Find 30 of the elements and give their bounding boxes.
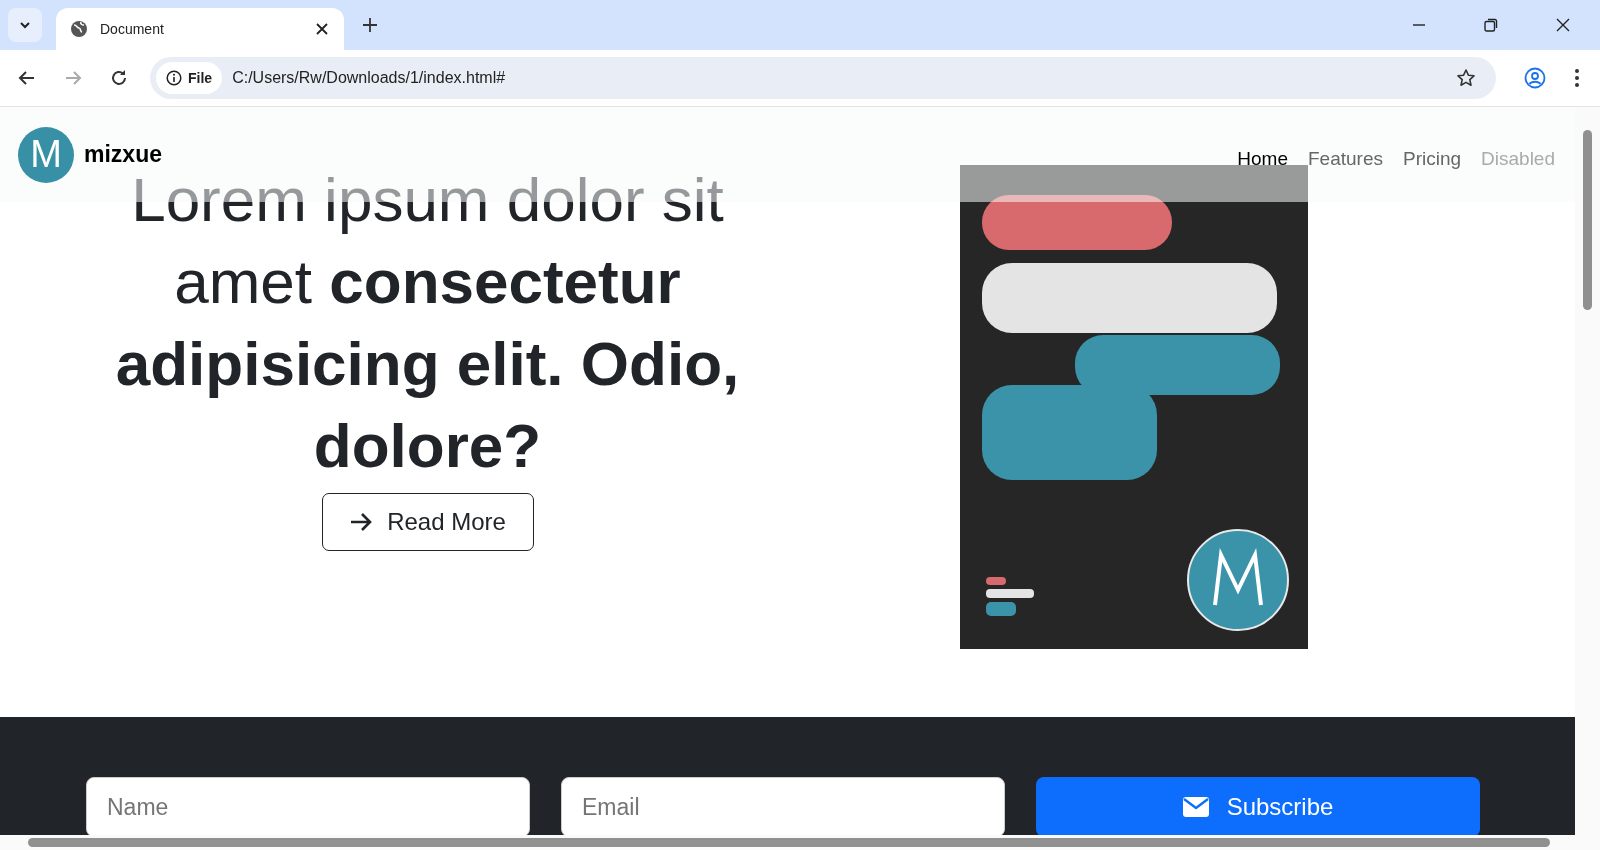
horizontal-scrollbar[interactable] <box>0 835 1600 850</box>
subscribe-button[interactable]: Subscribe <box>1036 777 1480 837</box>
tab-list-button[interactable] <box>8 8 42 42</box>
arrow-right-icon <box>349 512 374 532</box>
profile-icon[interactable] <box>1524 67 1546 89</box>
tab-title: Document <box>100 21 165 37</box>
name-field[interactable]: Name <box>86 777 530 837</box>
nav-link[interactable]: Home <box>1237 147 1288 170</box>
chip-label: File <box>188 70 213 86</box>
nav-link[interactable]: Pricing <box>1403 147 1462 170</box>
star-icon[interactable] <box>1456 68 1476 88</box>
close-window-icon[interactable] <box>1556 18 1570 32</box>
menu-icon[interactable] <box>1574 68 1580 88</box>
vertical-scrollbar[interactable] <box>1575 107 1600 835</box>
info-icon <box>166 70 182 86</box>
new-tab-icon[interactable] <box>362 17 378 33</box>
browser-tab[interactable]: Document <box>56 8 344 50</box>
email-field[interactable]: Email <box>561 777 1005 837</box>
restore-icon[interactable] <box>1484 18 1498 32</box>
globe-icon <box>70 20 88 38</box>
reload-icon[interactable] <box>110 69 128 87</box>
url-text: C:/Users/Rw/Downloads/1/index.html# <box>232 69 506 87</box>
logo-badge[interactable]: M <box>18 126 74 183</box>
read-more-button[interactable]: Read More <box>321 493 534 551</box>
nav-link[interactable]: Features <box>1308 147 1383 170</box>
site-info-chip[interactable]: File <box>156 62 223 94</box>
close-icon[interactable] <box>316 23 328 35</box>
back-arrow-icon[interactable] <box>18 69 36 87</box>
address-bar[interactable]: File C:/Users/Rw/Downloads/1/index.html# <box>150 57 1496 99</box>
envelope-icon <box>1182 797 1209 817</box>
